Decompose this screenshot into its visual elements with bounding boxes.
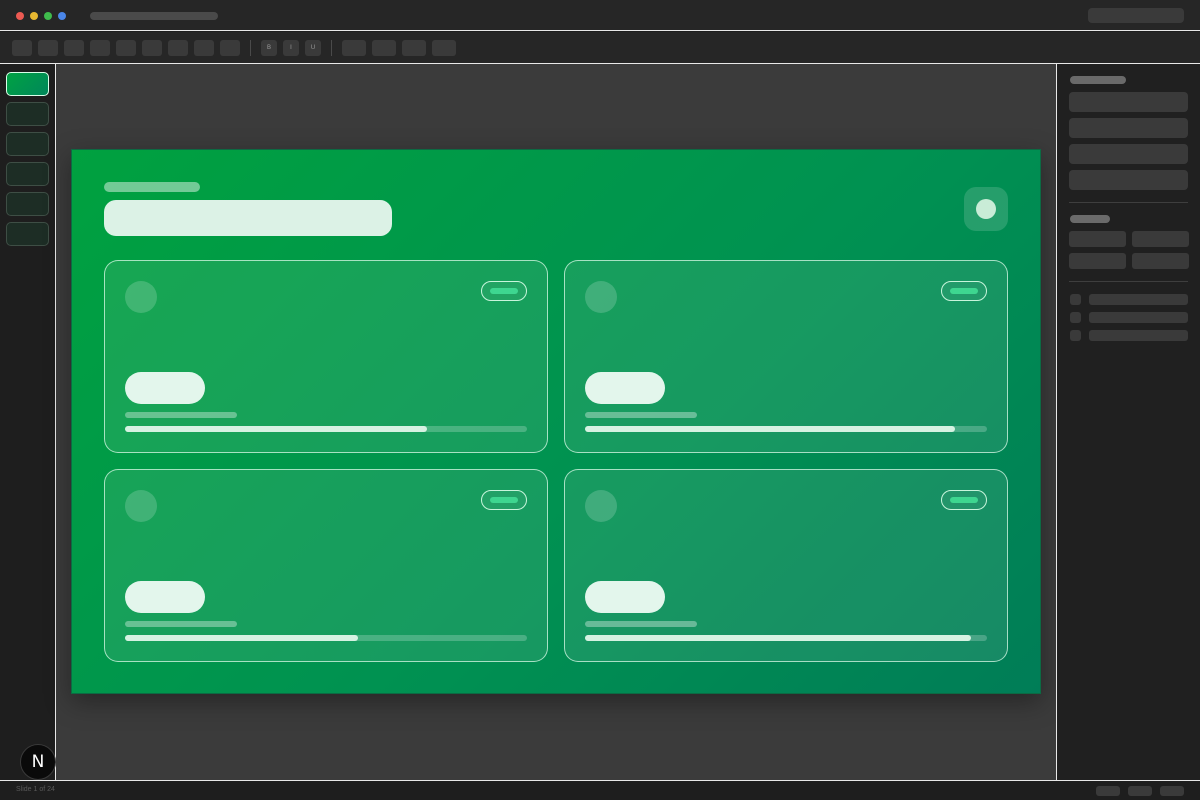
card-progress-track	[585, 635, 987, 641]
slide-thumbnail[interactable]	[6, 192, 49, 216]
zoom-out-button[interactable]	[1096, 786, 1120, 796]
card-tag-badge	[481, 281, 527, 301]
card-progress-fill	[585, 426, 955, 432]
toolbar-divider	[250, 40, 251, 56]
slide-title-placeholder[interactable]	[104, 200, 392, 236]
card-value-placeholder	[585, 581, 665, 613]
italic-button[interactable]: I	[283, 40, 299, 56]
option-checkbox[interactable]	[1070, 294, 1081, 305]
close-window-icon[interactable]	[16, 12, 24, 20]
card-value-placeholder	[125, 581, 205, 613]
property-field[interactable]	[1069, 170, 1188, 190]
slide-thumbnail[interactable]	[6, 132, 49, 156]
tag-inner	[490, 288, 518, 294]
maximize-window-icon[interactable]	[44, 12, 52, 20]
toolbar-button[interactable]	[372, 40, 396, 56]
card-tag-badge	[941, 281, 987, 301]
minimize-window-icon[interactable]	[30, 12, 38, 20]
title-bar	[0, 0, 1200, 31]
status-bar: Slide 1 of 24	[0, 780, 1200, 800]
card-value-placeholder	[585, 372, 665, 404]
toolbar-divider	[331, 40, 332, 56]
toolbar-button[interactable]	[194, 40, 214, 56]
option-checkbox[interactable]	[1070, 312, 1081, 323]
card-label-placeholder	[125, 412, 237, 418]
info-dot-icon[interactable]	[58, 12, 66, 20]
card-progress-track	[585, 426, 987, 432]
circle-icon	[976, 199, 996, 219]
slide-thumbnail[interactable]	[6, 102, 49, 126]
app-badge-icon[interactable]: N	[20, 744, 56, 780]
slide-counter: Slide 1 of 24	[16, 786, 55, 793]
option-label	[1089, 330, 1188, 341]
underline-button[interactable]: U	[305, 40, 321, 56]
slide-thumbnail[interactable]	[6, 162, 49, 186]
toolbar-button[interactable]	[12, 40, 32, 56]
zoom-in-button[interactable]	[1160, 786, 1184, 796]
slide-action-button[interactable]	[964, 187, 1008, 231]
bold-button[interactable]: B	[261, 40, 277, 56]
property-field[interactable]	[1069, 92, 1188, 112]
properties-panel	[1056, 64, 1200, 780]
card-circle-icon	[125, 490, 157, 522]
card-progress-track	[125, 426, 527, 432]
card-label-placeholder	[585, 412, 697, 418]
card-label-placeholder	[585, 621, 697, 627]
card-circle-icon	[585, 490, 617, 522]
toolbar-button[interactable]	[90, 40, 110, 56]
slide-thumbnails-panel	[0, 64, 56, 780]
option-checkbox[interactable]	[1070, 330, 1081, 341]
toolbar-button[interactable]	[142, 40, 162, 56]
tag-inner	[950, 497, 978, 503]
slide-eyebrow-placeholder	[104, 182, 200, 192]
metric-card[interactable]	[104, 260, 548, 453]
panel-section-heading	[1070, 76, 1126, 84]
toolbar-button[interactable]	[168, 40, 188, 56]
toolbar-button[interactable]	[116, 40, 136, 56]
option-label	[1089, 312, 1188, 323]
property-input[interactable]	[1069, 253, 1126, 269]
card-tag-badge	[941, 490, 987, 510]
panel-divider	[1069, 202, 1188, 203]
document-title-placeholder	[90, 12, 218, 20]
card-progress-track	[125, 635, 527, 641]
share-button[interactable]	[1088, 8, 1184, 23]
property-input[interactable]	[1132, 253, 1189, 269]
toolbar-button[interactable]	[220, 40, 240, 56]
toolbar-button[interactable]	[342, 40, 366, 56]
toolbar: B I U	[0, 32, 1200, 64]
tag-inner	[490, 497, 518, 503]
slide-thumbnail[interactable]	[6, 222, 49, 246]
panel-divider	[1069, 281, 1188, 282]
property-field[interactable]	[1069, 144, 1188, 164]
card-circle-icon	[125, 281, 157, 313]
card-tag-badge	[481, 490, 527, 510]
slide[interactable]	[71, 149, 1041, 694]
panel-section-heading	[1070, 215, 1110, 223]
editor-canvas[interactable]	[56, 64, 1056, 780]
property-input[interactable]	[1069, 231, 1126, 247]
toolbar-button[interactable]	[432, 40, 456, 56]
card-progress-fill	[125, 426, 427, 432]
toolbar-button[interactable]	[64, 40, 84, 56]
metric-card[interactable]	[104, 469, 548, 662]
toolbar-button[interactable]	[38, 40, 58, 56]
card-progress-fill	[125, 635, 359, 641]
zoom-reset-button[interactable]	[1128, 786, 1152, 796]
property-input[interactable]	[1132, 231, 1189, 247]
metric-card[interactable]	[564, 260, 1008, 453]
option-label	[1089, 294, 1188, 305]
slide-thumbnail[interactable]	[6, 72, 49, 96]
card-value-placeholder	[125, 372, 205, 404]
tag-inner	[950, 288, 978, 294]
metric-card[interactable]	[564, 469, 1008, 662]
card-progress-fill	[585, 635, 971, 641]
card-label-placeholder	[125, 621, 237, 627]
property-field[interactable]	[1069, 118, 1188, 138]
card-circle-icon	[585, 281, 617, 313]
toolbar-button[interactable]	[402, 40, 426, 56]
